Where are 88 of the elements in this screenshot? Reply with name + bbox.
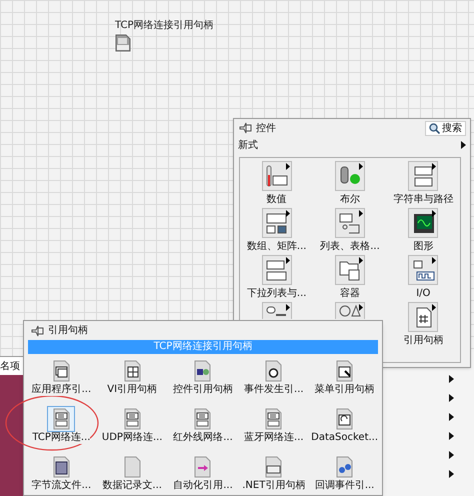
item-label: 蓝牙网络连... [244,432,304,444]
item-label: 应用程序引... [32,384,92,396]
refnum-icon [52,360,71,382]
palette-title: 控件 [256,122,276,136]
submenu-arrow-icon [449,451,454,459]
submenu-arrow-icon [432,257,436,264]
palette-item[interactable] [262,255,292,285]
palette-item[interactable] [334,255,365,285]
item-label: 自动化引用... [173,480,233,492]
refnum-icon [193,456,212,478]
palette-title: 引用句柄 [48,324,88,338]
refnum-icon [264,360,284,382]
palette-item[interactable] [262,302,292,319]
submenu-arrow-icon [432,163,436,170]
refnum-icon [193,408,212,430]
submenu-arrow-icon [432,304,436,311]
control-category-icon [264,210,290,236]
refnum-icon [52,456,71,478]
palette-item[interactable] [408,302,438,332]
item-label: 控件引用句柄 [172,384,233,396]
pin-icon[interactable] [238,121,252,135]
item-label: 回调事件引... [314,480,374,492]
control-category-icon [264,258,290,282]
search-button[interactable]: 搜索 [425,120,466,136]
search-icon [429,122,440,134]
item-label: 数组、矩阵... [246,241,306,253]
control-label: TCP网络连接引用句柄 [115,21,214,31]
item-label: VI引用句柄 [107,384,158,396]
submenu-arrow-icon [286,257,290,264]
item-label: UDP网络连... [102,432,162,444]
item-label: 容器 [340,288,360,300]
refnum-icon [193,360,212,382]
palette-item[interactable] [334,208,365,238]
refnum-icon [335,456,354,478]
submenu-arrow-icon [358,163,363,170]
tcp-refnum-icon[interactable] [115,34,131,52]
palette-item[interactable] [408,161,438,191]
submenu-arrow-icon [432,210,436,217]
control-category-icon [337,210,362,236]
submenu-arrow-icon [461,141,466,149]
submenu-arrow-icon [286,210,290,217]
submenu-arrow-icon [449,394,454,402]
refnum-icon [335,408,354,430]
submenu-arrow-icon [449,432,454,440]
item-label: 红外线网络... [173,432,233,444]
item-label: 引用句柄 [403,335,444,347]
palette-item[interactable] [262,208,292,238]
item-label: 事件发生引... [244,384,304,396]
item-label: 列表、表格... [320,241,380,253]
submenu-arrow-icon [286,163,290,170]
item-label: 数据记录文... [102,480,162,492]
palette-item[interactable] [408,208,438,238]
control-category-icon [264,164,290,188]
refnum-icon [52,408,71,430]
pin-icon[interactable] [30,324,44,338]
item-label: TCP网络连... [32,432,90,444]
hover-title-bar: TCP网络连接引用句柄 [28,340,378,354]
submenu-arrow-icon [358,210,363,217]
refnum-icon [122,456,142,478]
refnum-icon [264,456,284,478]
item-label: 数值 [266,194,287,206]
tab-text: 名项 [0,360,20,374]
item-label: 下拉列表与... [246,288,306,300]
submenu-arrow-icon [286,304,290,311]
control-category-icon [410,258,436,282]
submenu-arrow-icon [449,413,454,421]
palette-category[interactable]: 新式 [238,138,258,152]
item-label: 图形 [413,241,434,253]
item-label: 菜单引用句柄 [314,384,375,396]
item-label: I/O [416,288,430,300]
submenu-arrow-icon [449,375,454,383]
item-label: 字节流文件... [32,480,92,492]
submenu-arrow-icon [358,304,363,311]
palette-item[interactable] [408,255,438,285]
palette-item[interactable] [334,302,365,319]
item-label: .NET引用句柄 [242,480,306,492]
refnum-icon [122,360,142,382]
refnum-icon [122,408,142,430]
submenu-arrow-icon [358,257,363,264]
palette-item[interactable] [262,161,292,191]
control-category-icon [337,303,362,317]
refnum-icon [335,360,354,382]
item-label: 布尔 [340,194,360,206]
item-label: 字符串与路径 [393,194,454,206]
submenu-arrow-icon [449,470,454,478]
refnum-item[interactable] [47,406,76,432]
refnum-icon [264,408,284,430]
palette-item[interactable] [334,161,365,191]
